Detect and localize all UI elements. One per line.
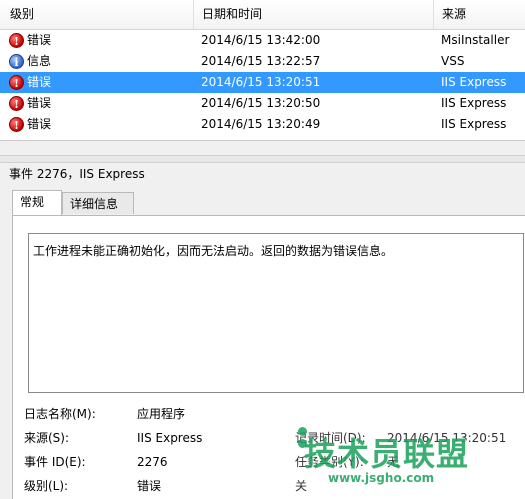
log-name-value: 应用程序: [137, 407, 186, 421]
event-row-selected[interactable]: ! 错误 2014/6/15 13:20:51 IIS Express: [0, 72, 525, 93]
level-value: 错误: [137, 479, 162, 493]
event-id-label: 事件 ID(E):: [24, 455, 86, 469]
watermark-url: www.jsgho.com: [328, 471, 435, 485]
event-datetime: 2014/6/15 13:22:57: [201, 54, 321, 68]
event-datetime: 2014/6/15 13:20:50: [201, 96, 321, 110]
event-row[interactable]: ! 错误 2014/6/15 13:42:00 MsiInstaller: [0, 30, 525, 51]
pane-splitter[interactable]: [0, 155, 525, 163]
watermark-logo: 技术员联盟 www.jsgho.com: [298, 425, 498, 497]
source-label: 来源(S):: [24, 431, 70, 445]
event-row[interactable]: ! 错误 2014/6/15 13:20:50 IIS Express: [0, 93, 525, 114]
tab-general[interactable]: 常规: [12, 190, 62, 215]
column-header-source[interactable]: 来源: [434, 0, 525, 29]
event-level: 信息: [27, 54, 52, 68]
info-icon: i: [9, 54, 24, 69]
error-icon: !: [9, 33, 24, 48]
event-message-box[interactable]: 工作进程未能正确初始化，因而无法启动。返回的数据为错误信息。: [28, 233, 524, 393]
event-source: MsiInstaller: [441, 33, 510, 47]
event-level: 错误: [27, 96, 52, 110]
list-header: 级别 日期和时间 来源: [0, 0, 525, 30]
event-datetime: 2014/6/15 13:42:00: [201, 33, 321, 47]
event-source: IIS Express: [441, 96, 507, 110]
event-level: 错误: [27, 33, 52, 47]
error-icon: !: [9, 96, 24, 111]
error-icon: !: [9, 117, 24, 132]
event-row[interactable]: ! 错误 2014/6/15 13:20:49 IIS Express: [0, 114, 525, 135]
event-level: 错误: [27, 75, 52, 89]
tab-details[interactable]: 详细信息: [62, 192, 134, 214]
event-message: 工作进程未能正确初始化，因而无法启动。返回的数据为错误信息。: [33, 244, 394, 258]
event-source: VSS: [441, 54, 465, 68]
event-level: 错误: [27, 117, 52, 131]
watermark-text: 技术员联盟: [304, 435, 470, 473]
event-row[interactable]: i 信息 2014/6/15 13:22:57 VSS: [0, 51, 525, 72]
level-label: 级别(L):: [24, 479, 69, 493]
event-source: IIS Express: [441, 117, 507, 131]
event-id-value: 2276: [137, 455, 168, 469]
column-header-level[interactable]: 级别: [2, 0, 194, 29]
log-name-label: 日志名称(M):: [24, 407, 96, 421]
event-datetime: 2014/6/15 13:20:49: [201, 117, 321, 131]
column-header-datetime[interactable]: 日期和时间: [194, 0, 434, 29]
event-details-title: 事件 2276，IIS Express: [9, 167, 145, 181]
error-icon: !: [9, 75, 24, 90]
event-list: 级别 日期和时间 来源 ! 错误 2014/6/15 13:42:00 MsiI…: [0, 0, 525, 141]
event-source: IIS Express: [441, 75, 507, 89]
event-datetime: 2014/6/15 13:20:51: [201, 75, 321, 89]
source-value: IIS Express: [137, 431, 203, 445]
